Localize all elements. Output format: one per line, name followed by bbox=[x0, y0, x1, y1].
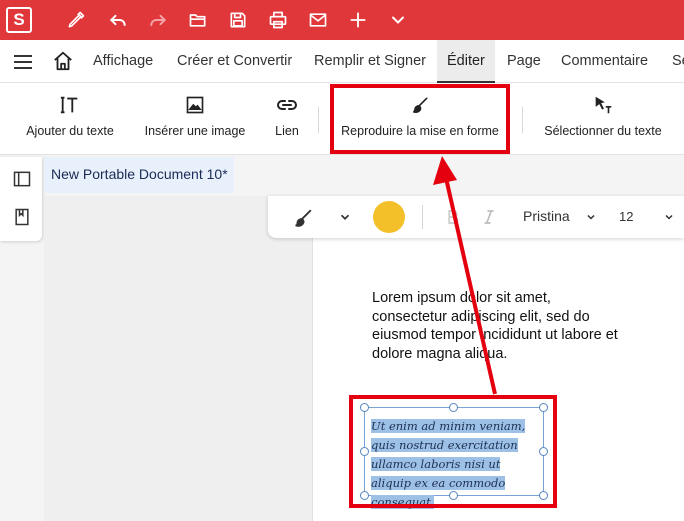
select-text-button[interactable]: Sélectionner du texte bbox=[536, 83, 670, 155]
font-family-select[interactable]: Pristina bbox=[523, 208, 570, 224]
annotation-highlight-format-painter bbox=[330, 84, 510, 154]
print-icon[interactable] bbox=[264, 6, 292, 34]
panel-toggle-icon[interactable] bbox=[12, 169, 32, 189]
cursor-text-icon bbox=[591, 93, 615, 117]
bookmark-icon[interactable] bbox=[12, 207, 32, 227]
document-tab[interactable]: New Portable Document 10* bbox=[44, 157, 234, 193]
text-cursor-icon bbox=[58, 93, 82, 117]
ribbon-separator bbox=[522, 107, 523, 133]
document-tab-title: New Portable Document 10* bbox=[51, 166, 228, 182]
chevron-down-icon[interactable] bbox=[663, 211, 675, 223]
hamburger-menu-icon[interactable] bbox=[12, 52, 34, 72]
add-text-button[interactable]: Ajouter du texte bbox=[14, 83, 126, 155]
save-icon[interactable] bbox=[224, 6, 252, 34]
annotation-highlight-selected-text bbox=[349, 395, 557, 508]
undo-icon[interactable] bbox=[104, 6, 132, 34]
app-logo: S bbox=[6, 7, 32, 33]
menu-commentaire[interactable]: Commentaire bbox=[561, 40, 648, 83]
format-toolbar: Pristina 12 bbox=[268, 196, 684, 238]
brush-icon[interactable] bbox=[292, 207, 314, 229]
mail-icon[interactable] bbox=[304, 6, 332, 34]
menu-bar: Affichage Créer et Convertir Remplir et … bbox=[0, 40, 684, 83]
font-size-select[interactable]: 12 bbox=[619, 209, 633, 224]
text-color-swatch[interactable] bbox=[373, 201, 405, 233]
menu-page[interactable]: Page bbox=[507, 40, 541, 83]
bold-icon bbox=[448, 210, 459, 224]
sign-pen-icon[interactable] bbox=[62, 6, 90, 34]
ribbon-separator bbox=[318, 107, 319, 133]
chevron-down-icon[interactable] bbox=[338, 210, 352, 224]
plus-icon[interactable] bbox=[344, 6, 372, 34]
link-icon bbox=[275, 93, 299, 117]
italic-icon bbox=[484, 210, 494, 224]
home-icon[interactable] bbox=[52, 50, 74, 72]
open-folder-icon[interactable] bbox=[184, 6, 212, 34]
menu-editer[interactable]: Éditer bbox=[437, 40, 495, 83]
redo-icon bbox=[144, 6, 172, 34]
link-button[interactable]: Lien bbox=[262, 83, 312, 155]
insert-image-button[interactable]: Insérer une image bbox=[136, 83, 254, 155]
menu-affichage[interactable]: Affichage bbox=[93, 40, 153, 83]
body-paragraph[interactable]: Lorem ipsum dolor sit amet, consectetur … bbox=[372, 289, 622, 363]
chevron-down-icon[interactable] bbox=[585, 211, 597, 223]
side-panel bbox=[0, 157, 42, 241]
menu-remplir-signer[interactable]: Remplir et Signer bbox=[314, 40, 426, 83]
chevron-down-icon[interactable] bbox=[384, 6, 412, 34]
menu-truncated[interactable]: Se bbox=[672, 40, 684, 83]
menu-creer-convertir[interactable]: Créer et Convertir bbox=[177, 40, 292, 83]
title-bar: S bbox=[0, 0, 684, 40]
toolbar-separator bbox=[422, 205, 423, 229]
image-icon bbox=[183, 93, 207, 117]
